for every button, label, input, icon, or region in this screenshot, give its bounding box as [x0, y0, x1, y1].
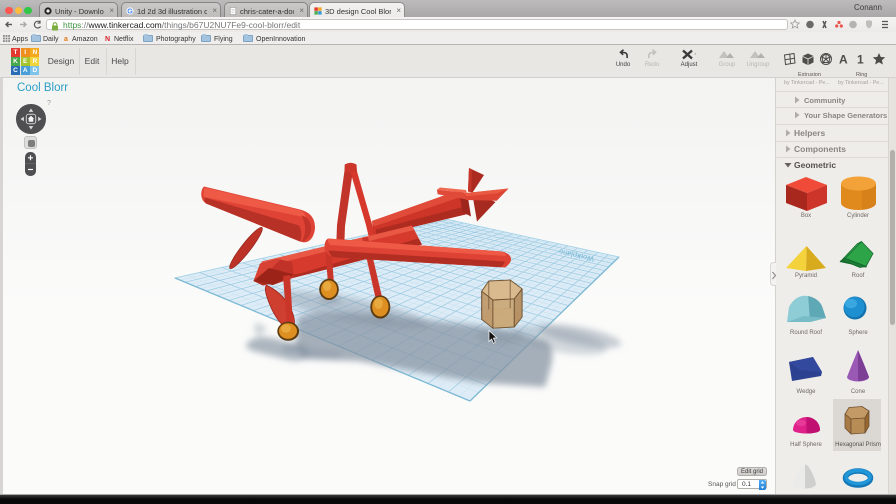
svg-text:1: 1	[857, 53, 864, 67]
svg-text:A: A	[839, 53, 848, 67]
svg-text:G: G	[127, 7, 133, 15]
